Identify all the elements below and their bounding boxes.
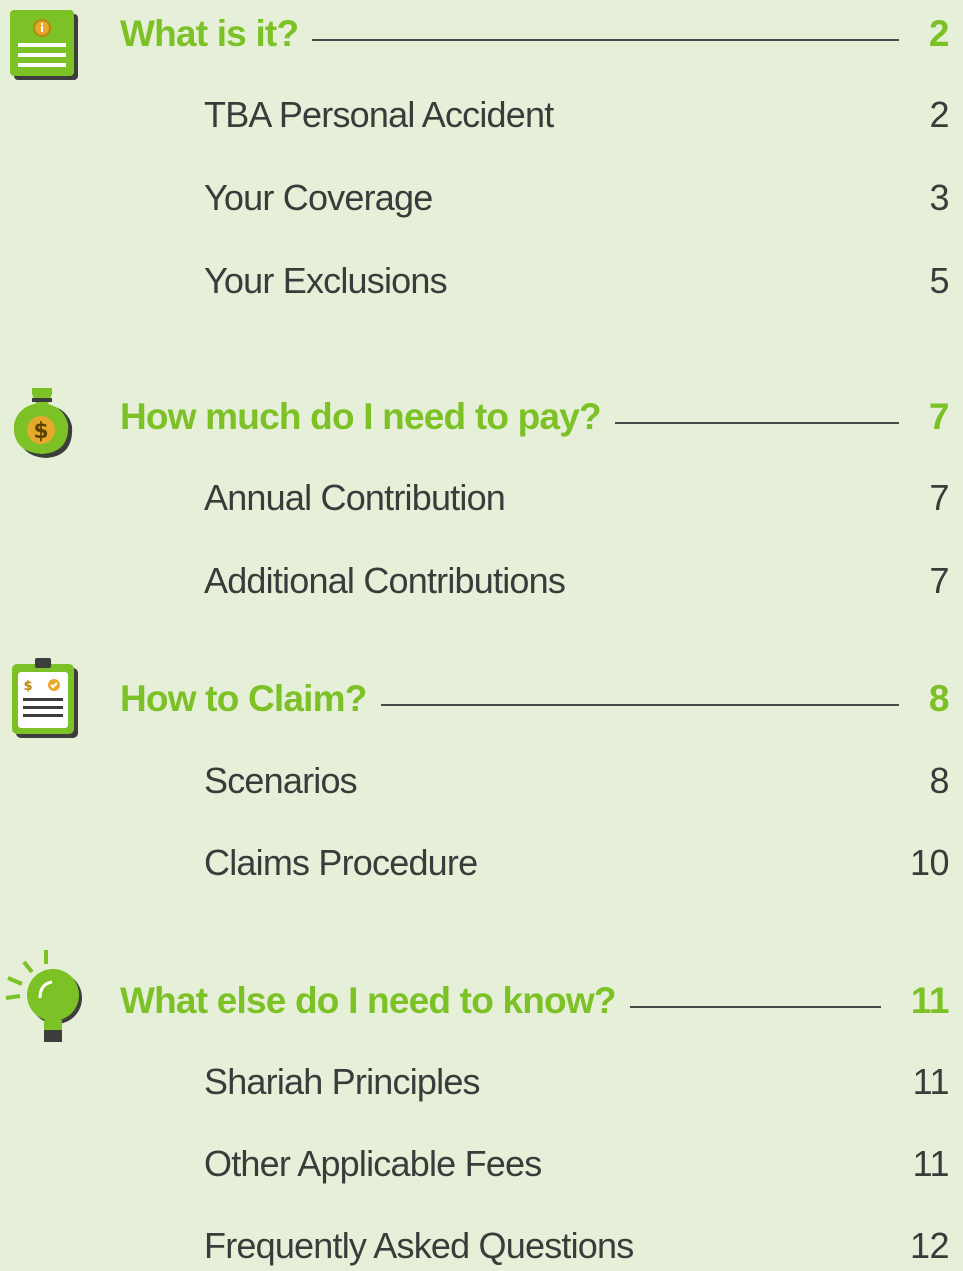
toc-item-label: Annual Contribution: [204, 477, 506, 518]
toc-item-label: Shariah Principles: [204, 1061, 481, 1102]
toc-item-page: 2: [929, 94, 949, 135]
toc-item-label: Additional Contributions: [204, 560, 566, 601]
toc-heading-page: 7: [928, 396, 950, 437]
toc-item-page: 11: [912, 1061, 950, 1102]
toc-item-tba-personal-accident[interactable]: TBA Personal Accident 2: [204, 90, 949, 140]
toc-item-label: Scenarios: [204, 760, 358, 801]
claim-clipboard-icon: $: [12, 658, 78, 740]
toc-item-shariah-principles[interactable]: Shariah Principles 11: [204, 1057, 950, 1107]
toc-item-page: 12: [909, 1225, 950, 1266]
toc-item-other-applicable-fees[interactable]: Other Applicable Fees 11: [204, 1139, 950, 1189]
toc-heading-page: 2: [928, 13, 950, 54]
toc-heading-row[interactable]: What else do I need to know? 11: [120, 971, 950, 1031]
toc-heading-title: How much do I need to pay?: [120, 396, 602, 437]
info-document-icon: [10, 10, 82, 82]
toc-item-annual-contribution[interactable]: Annual Contribution 7: [204, 473, 949, 523]
toc-heading-row[interactable]: How to Claim? 8: [120, 669, 950, 729]
svg-text:$: $: [23, 679, 32, 694]
dotted-leader-line: [312, 39, 899, 41]
toc-item-page: 5: [929, 260, 949, 301]
toc-heading-row[interactable]: How much do I need to pay? 7: [120, 387, 950, 447]
toc-heading-page: 11: [910, 980, 950, 1021]
dotted-leader-line: [629, 1006, 881, 1008]
toc-heading-title: How to Claim?: [120, 678, 367, 719]
toc-item-additional-contributions[interactable]: Additional Contributions 7: [204, 556, 949, 606]
toc-item-your-exclusions[interactable]: Your Exclusions 5: [204, 256, 949, 306]
toc-item-page: 7: [929, 477, 949, 518]
toc-item-page: 3: [929, 177, 949, 218]
dotted-leader-line: [614, 422, 899, 424]
toc-item-label: TBA Personal Accident: [204, 94, 554, 135]
money-bag-icon: $: [10, 386, 76, 462]
toc-item-label: Other Applicable Fees: [204, 1143, 542, 1184]
dotted-leader-line: [380, 704, 899, 706]
toc-item-label: Frequently Asked Questions: [204, 1225, 634, 1266]
toc-item-your-coverage[interactable]: Your Coverage 3: [204, 173, 949, 223]
toc-item-label: Your Exclusions: [204, 260, 448, 301]
toc-item-page: 10: [909, 842, 950, 883]
toc-item-page: 7: [929, 560, 949, 601]
toc-item-page: 8: [929, 760, 949, 801]
toc-heading-title: What else do I need to know?: [120, 980, 616, 1021]
toc-heading-title: What is it?: [120, 13, 299, 54]
lightbulb-icon: [0, 948, 92, 1048]
toc-item-scenarios[interactable]: Scenarios 8: [204, 756, 949, 806]
toc-item-faq[interactable]: Frequently Asked Questions 12: [204, 1221, 950, 1271]
svg-text:$: $: [33, 419, 48, 444]
toc-item-label: Claims Procedure: [204, 842, 478, 883]
toc-heading-page: 8: [928, 678, 950, 719]
toc-item-label: Your Coverage: [204, 177, 433, 218]
toc-item-claims-procedure[interactable]: Claims Procedure 10: [204, 838, 950, 888]
toc-item-page: 11: [912, 1143, 950, 1184]
toc-heading-row[interactable]: What is it? 2: [120, 4, 950, 64]
